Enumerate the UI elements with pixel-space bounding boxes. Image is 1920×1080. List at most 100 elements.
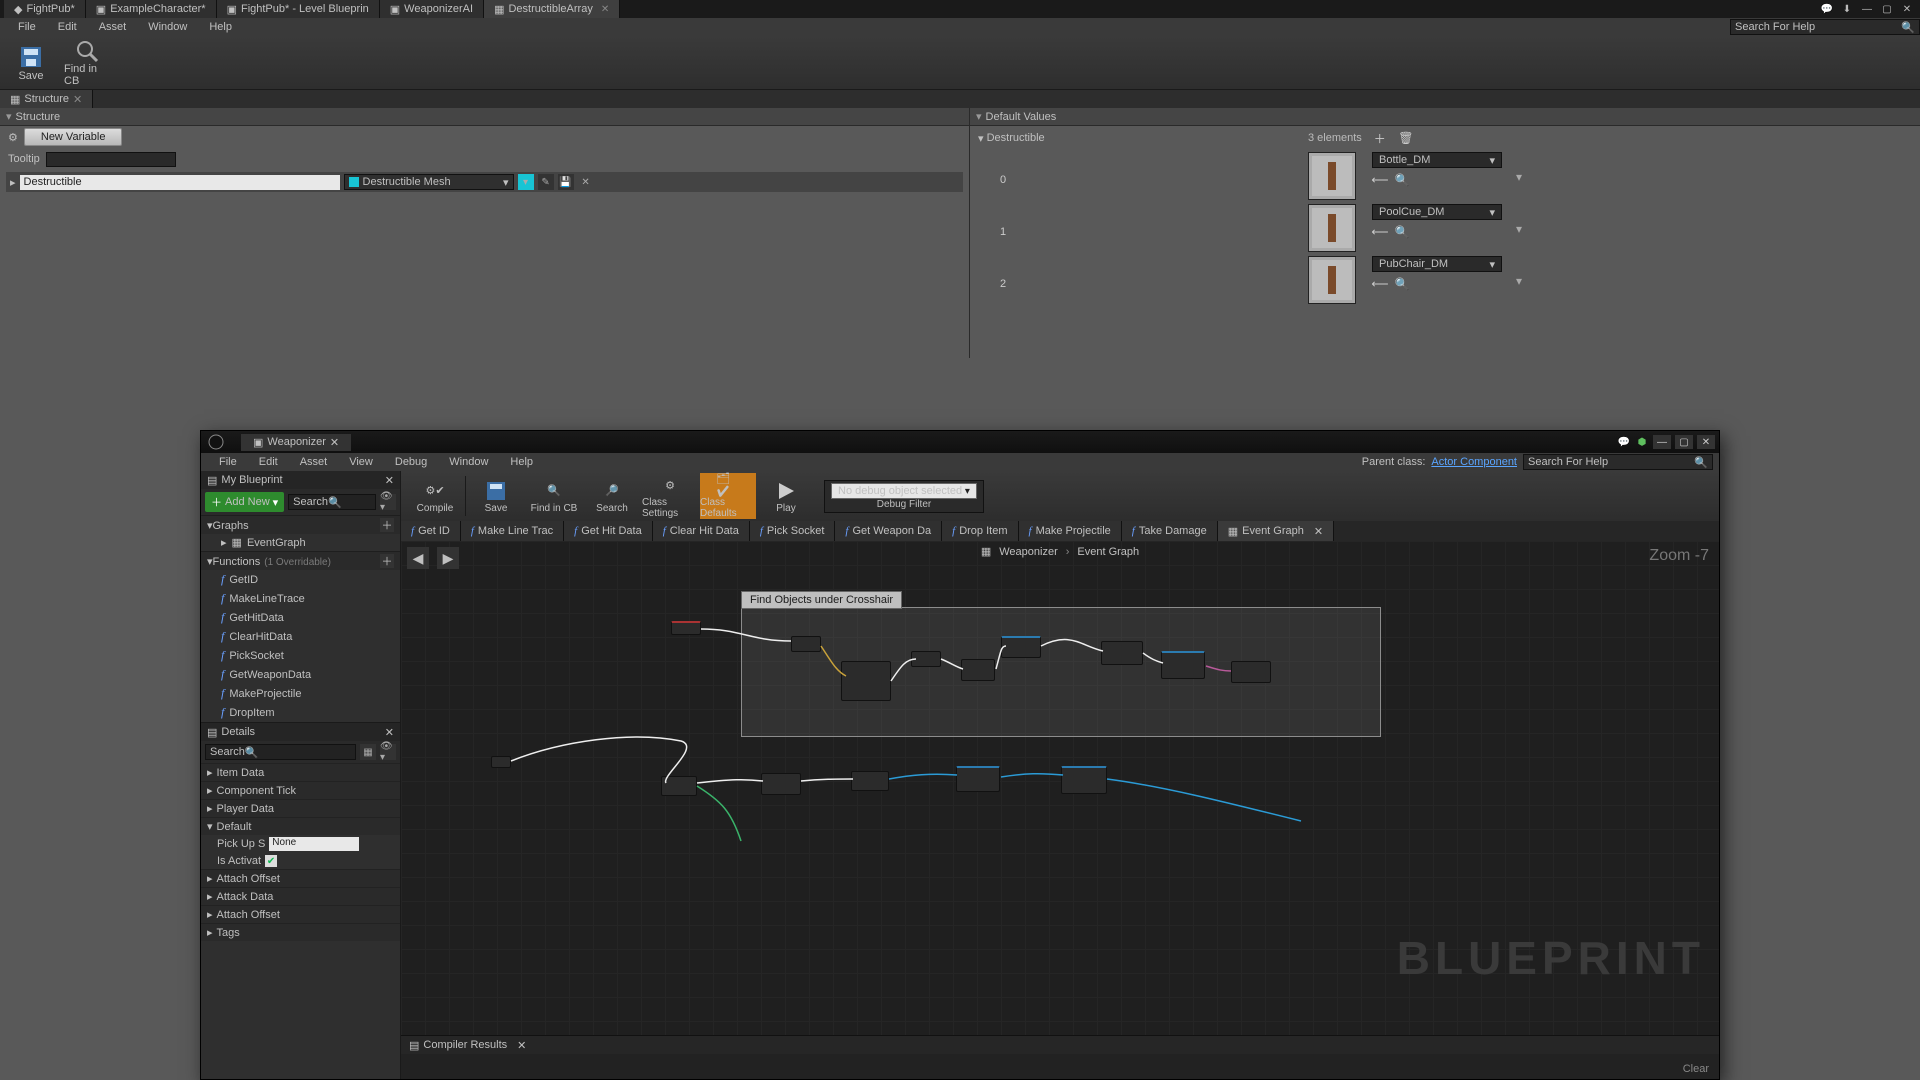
graph-node[interactable] xyxy=(671,621,701,635)
bp-menu-view[interactable]: View xyxy=(339,454,383,470)
graph-node[interactable] xyxy=(761,773,801,795)
details-search[interactable]: Search🔍 xyxy=(205,744,356,760)
element-menu-button[interactable]: ▾ xyxy=(1512,204,1528,236)
graph-tab[interactable]: fMake Projectile xyxy=(1019,521,1122,541)
is-activated-checkbox[interactable]: ✔ xyxy=(265,855,277,867)
structure-header[interactable]: ▾Structure xyxy=(0,108,969,126)
close-icon[interactable]: ✕ xyxy=(601,4,609,15)
chevron-down-icon[interactable]: ▾ xyxy=(978,132,984,145)
function-item[interactable]: fPickSocket xyxy=(201,646,400,665)
tab-event-graph[interactable]: ▦Event Graph✕ xyxy=(1218,521,1334,541)
graph-tab[interactable]: fTake Damage xyxy=(1122,521,1218,541)
element-menu-button[interactable]: ▾ xyxy=(1512,152,1528,184)
bp-menu-window[interactable]: Window xyxy=(439,454,498,470)
compiler-results-tab[interactable]: ▤Compiler Results✕ xyxy=(401,1036,1719,1054)
notify-icon[interactable]: 💬 xyxy=(1617,436,1631,448)
graph-node[interactable] xyxy=(491,756,511,768)
browse-to-button[interactable]: 🔍 xyxy=(1394,224,1410,240)
maximize-button[interactable]: ▢ xyxy=(1675,435,1693,449)
add-new-button[interactable]: ＋Add New▾ xyxy=(205,492,284,512)
graph-node[interactable] xyxy=(1101,641,1143,665)
graph-tab[interactable]: fGet Hit Data xyxy=(564,521,653,541)
function-item[interactable]: fGetID xyxy=(201,570,400,589)
details-tab[interactable]: ▤Details✕ xyxy=(201,723,400,741)
graph-node[interactable] xyxy=(1001,636,1041,658)
delete-variable-button[interactable]: ✕ xyxy=(578,174,594,190)
close-icon[interactable]: ✕ xyxy=(73,93,82,106)
function-item[interactable]: fMakeLineTrace xyxy=(201,589,400,608)
graph-comment-title[interactable]: Find Objects under Crosshair xyxy=(741,591,902,609)
bp-menu-file[interactable]: File xyxy=(209,454,247,470)
view-options-button[interactable]: 👁▾ xyxy=(380,494,396,510)
menu-asset[interactable]: Asset xyxy=(89,19,137,35)
browse-to-button[interactable]: 🔍 xyxy=(1394,276,1410,292)
source-icon[interactable]: ⬇ xyxy=(1840,3,1854,15)
function-item[interactable]: fGetWeaponData xyxy=(201,665,400,684)
graph-node[interactable] xyxy=(956,766,1000,792)
cat-component-tick[interactable]: ▸Component Tick xyxy=(201,781,400,799)
compile-button[interactable]: ⚙✔Compile xyxy=(407,473,463,519)
chevron-right-icon[interactable]: ▸ xyxy=(10,176,16,189)
close-icon[interactable]: ✕ xyxy=(517,1039,526,1052)
asset-reference-dropdown[interactable]: PoolCue_DM▾ xyxy=(1372,204,1502,220)
notify-icon[interactable]: 💬 xyxy=(1820,3,1834,15)
variable-type-dropdown[interactable]: Destructible Mesh▾ xyxy=(344,174,514,190)
browse-to-button[interactable]: 🔍 xyxy=(1394,172,1410,188)
myblueprint-search[interactable]: Search🔍 xyxy=(288,494,376,510)
cat-default[interactable]: ▾Default xyxy=(201,817,400,835)
graph-breadcrumb[interactable]: ▦ Weaponizer › Event Graph xyxy=(401,545,1719,558)
graph-tab[interactable]: fPick Socket xyxy=(750,521,836,541)
bp-menu-edit[interactable]: Edit xyxy=(249,454,288,470)
graph-node[interactable] xyxy=(1061,766,1107,794)
functions-section[interactable]: ▾Functions(1 Overridable)＋ xyxy=(201,551,400,570)
add-element-button[interactable]: ＋ xyxy=(1372,130,1388,146)
function-item[interactable]: fGetHitData xyxy=(201,608,400,627)
bp-asset-tab[interactable]: ▣Weaponizer✕ xyxy=(241,434,351,451)
graph-node[interactable] xyxy=(1231,661,1271,683)
cat-item-data[interactable]: ▸Item Data xyxy=(201,763,400,781)
new-variable-button[interactable]: New Variable xyxy=(24,128,123,146)
parent-class-link[interactable]: Actor Component xyxy=(1431,456,1517,468)
asset-reference-dropdown[interactable]: Bottle_DM▾ xyxy=(1372,152,1502,168)
graph-node[interactable] xyxy=(841,661,891,701)
app-tab-weaponizerai[interactable]: ▣WeaponizerAI xyxy=(380,0,484,18)
view-options-button[interactable]: 👁▾ xyxy=(380,744,396,760)
maximize-button[interactable]: ▢ xyxy=(1880,3,1894,15)
bp-menu-asset[interactable]: Asset xyxy=(290,454,338,470)
cat-attach-offset-2[interactable]: ▸Attach Offset xyxy=(201,905,400,923)
bp-help-search[interactable]: Search For Help🔍 xyxy=(1523,454,1713,470)
add-graph-button[interactable]: ＋ xyxy=(380,518,394,532)
class-settings-button[interactable]: ⚙Class Settings xyxy=(642,473,698,519)
menu-edit[interactable]: Edit xyxy=(48,19,87,35)
asset-thumbnail[interactable] xyxy=(1308,152,1356,200)
element-menu-button[interactable]: ▾ xyxy=(1512,256,1528,288)
use-selected-button[interactable]: ⟵ xyxy=(1372,172,1388,188)
event-graph-canvas[interactable]: ◀ ▶ ▦ Weaponizer › Event Graph Zoom -7 B… xyxy=(401,541,1719,1035)
bp-menu-debug[interactable]: Debug xyxy=(385,454,437,470)
my-blueprint-tab[interactable]: ▤My Blueprint✕ xyxy=(201,471,400,489)
function-item[interactable]: fClearHitData xyxy=(201,627,400,646)
close-icon[interactable]: ✕ xyxy=(385,474,394,487)
editable-toggle[interactable]: ✎ xyxy=(538,174,554,190)
clear-results-button[interactable]: Clear xyxy=(1683,1063,1709,1075)
use-selected-button[interactable]: ⟵ xyxy=(1372,276,1388,292)
asset-reference-dropdown[interactable]: PubChair_DM▾ xyxy=(1372,256,1502,272)
close-icon[interactable]: ✕ xyxy=(330,436,339,449)
play-button[interactable]: Play xyxy=(758,473,814,519)
structure-tab[interactable]: ▦Structure✕ xyxy=(0,90,93,108)
property-matrix-button[interactable]: ▦ xyxy=(360,744,376,760)
graph-node[interactable] xyxy=(911,651,941,667)
bp-menu-help[interactable]: Help xyxy=(500,454,543,470)
cat-player-data[interactable]: ▸Player Data xyxy=(201,799,400,817)
tooltip-input[interactable] xyxy=(46,152,176,167)
function-item[interactable]: fMakeProjectile xyxy=(201,684,400,703)
use-selected-button[interactable]: ⟵ xyxy=(1372,224,1388,240)
help-search-input[interactable]: Search For Help🔍 xyxy=(1730,19,1920,35)
graphs-section[interactable]: ▾Graphs＋ xyxy=(201,515,400,534)
bp-find-button[interactable]: 🔍Find in CB xyxy=(526,473,582,519)
graph-node[interactable] xyxy=(851,771,889,791)
app-tab-destructiblearray[interactable]: ▦DestructibleArray✕ xyxy=(484,0,620,18)
function-item[interactable]: fDropItem xyxy=(201,703,400,722)
menu-file[interactable]: File xyxy=(8,19,46,35)
graph-node[interactable] xyxy=(661,776,697,796)
